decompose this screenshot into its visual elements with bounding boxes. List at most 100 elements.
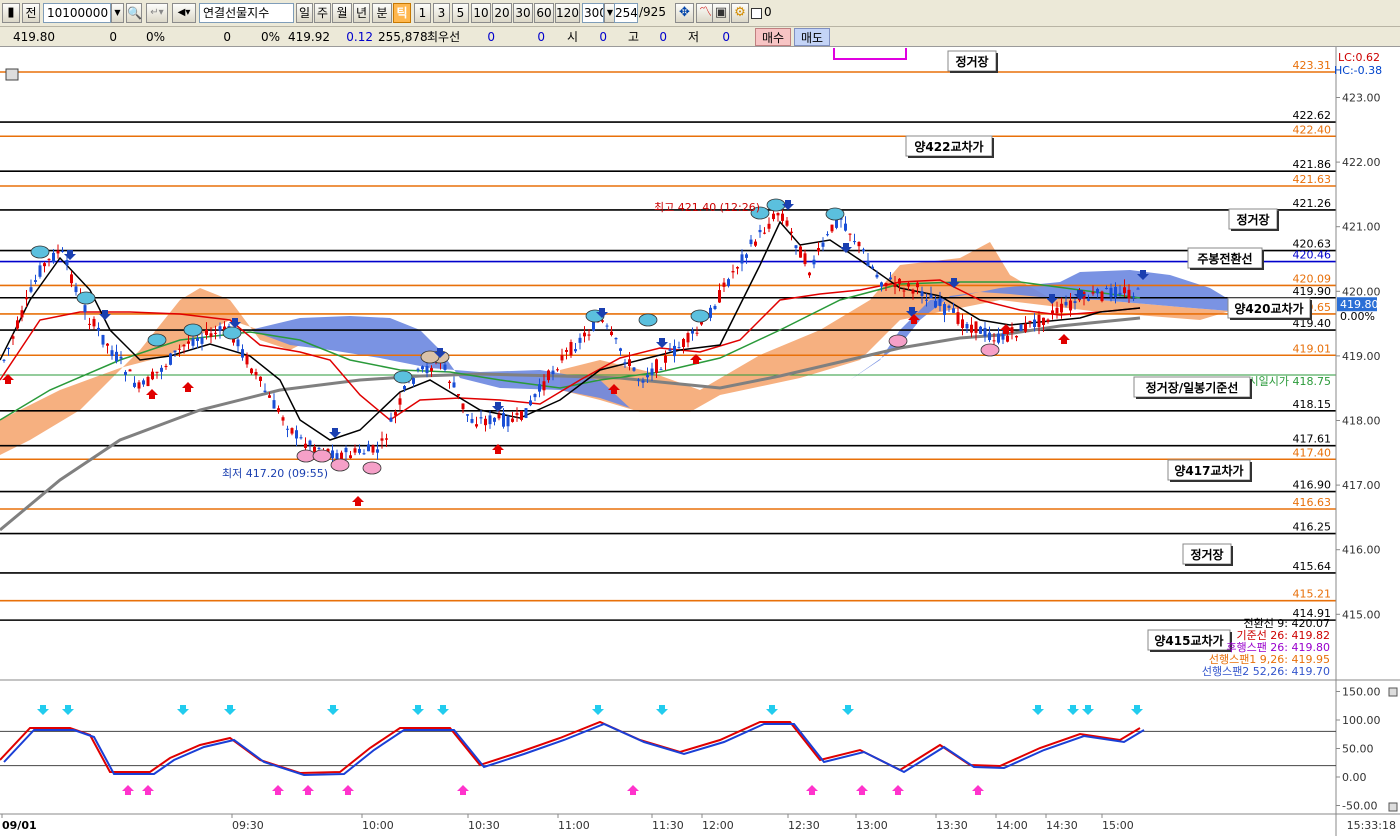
buy-button[interactable]: 매수 — [755, 28, 791, 46]
session-label-416-text: 정거장 — [1190, 547, 1223, 562]
interval-1-button[interactable]: 1 — [414, 3, 431, 23]
best-v1: 0 — [487, 30, 495, 44]
level-label: 419.90 — [1293, 285, 1332, 298]
level-label: 421.63 — [1293, 173, 1332, 186]
candle-body — [695, 332, 699, 334]
save-icon[interactable]: ▣ — [712, 3, 730, 23]
code-dropdown-icon[interactable]: ▼ — [111, 3, 124, 23]
candle-body — [961, 319, 964, 328]
interval-60-button[interactable]: 60 — [534, 3, 554, 23]
pivot-marker — [393, 370, 413, 384]
candle-body — [520, 410, 523, 420]
candle-body — [745, 254, 748, 258]
candle-body — [430, 368, 433, 372]
candle-body — [556, 369, 559, 371]
candle-body — [1096, 288, 1099, 294]
candle-body — [1109, 287, 1113, 298]
interval-30-button[interactable]: 30 — [513, 3, 533, 23]
candle-body — [214, 332, 217, 334]
level-422-label: 양422교차가 — [905, 135, 994, 158]
candle-body — [772, 213, 775, 220]
candle-body — [988, 332, 991, 341]
candle-body — [137, 382, 141, 389]
level-label: 421.26 — [1293, 197, 1332, 210]
candle-body — [155, 371, 159, 373]
interval-value-input[interactable]: 300 — [582, 3, 604, 23]
period-tick-button[interactable]: 틱 — [393, 3, 411, 23]
candle-body — [875, 274, 879, 278]
candle-body — [614, 337, 618, 340]
quote-price: 419.80 — [13, 30, 55, 44]
time-axis-label: 13:00 — [856, 819, 888, 832]
candle-body — [245, 355, 249, 365]
candle-body — [362, 453, 366, 455]
period-day-button[interactable]: 일 — [296, 3, 313, 23]
candle-body — [727, 279, 730, 287]
candle-body — [1033, 319, 1036, 328]
candle-body — [691, 330, 694, 334]
candle-body — [1132, 296, 1135, 298]
candle-body — [263, 390, 267, 392]
settings-gear-icon[interactable]: ⚙ — [731, 3, 749, 23]
candle-body — [286, 428, 289, 430]
time-axis-label: 13:30 — [936, 819, 968, 832]
period-year-button[interactable]: 년 — [353, 3, 370, 23]
high-value: 0 — [659, 30, 667, 44]
code-input[interactable]: 10100000 — [43, 3, 111, 23]
price-axis-label: 415.00 — [1342, 608, 1381, 621]
candle-body — [25, 297, 28, 300]
pivot-marker — [183, 323, 203, 337]
interval-120-button[interactable]: 120 — [555, 3, 580, 23]
interval-20-button[interactable]: 20 — [492, 3, 512, 23]
candle-body — [106, 343, 109, 346]
pivot-marker — [222, 326, 242, 340]
candle-body — [812, 259, 816, 265]
candle-body — [983, 327, 987, 337]
candle-body — [799, 246, 802, 258]
candle-body — [182, 344, 186, 347]
jeon-button[interactable]: 전 — [22, 3, 40, 23]
open-value: 0 — [599, 30, 607, 44]
candle-body — [1114, 286, 1117, 298]
period-month-button[interactable]: 월 — [332, 3, 352, 23]
interval-10-button[interactable]: 10 — [471, 3, 491, 23]
candle-body — [101, 334, 105, 345]
count-input[interactable]: 254 — [614, 3, 638, 23]
candle-body — [358, 448, 361, 453]
sell-button[interactable]: 매도 — [794, 28, 830, 46]
candle-body — [722, 282, 726, 287]
chart-type-icon[interactable]: ▮ — [2, 3, 20, 23]
candle-body — [1028, 320, 1032, 323]
quote-v2: 0 — [223, 30, 231, 44]
candle-body — [650, 368, 654, 376]
speaker-icon[interactable]: ◀▾ — [172, 3, 196, 23]
candle-body — [808, 272, 811, 276]
hc-label: HC:-0.38 — [1334, 64, 1382, 77]
period-week-button[interactable]: 주 — [314, 3, 331, 23]
time-axis-label: 09:30 — [232, 819, 264, 832]
candle-body — [610, 331, 613, 336]
search-icon[interactable]: 🔍 — [126, 3, 142, 23]
candle-body — [1073, 301, 1077, 304]
best-price-label: 최우선 — [427, 30, 461, 44]
interval-3-button[interactable]: 3 — [433, 3, 450, 23]
candle-body — [1087, 299, 1090, 301]
period-minute-button[interactable]: 분 — [372, 3, 392, 23]
candle-body — [776, 213, 780, 216]
candle-body — [209, 333, 213, 337]
interval-5-button[interactable]: 5 — [452, 3, 469, 23]
candle-body — [425, 366, 429, 374]
candle-body — [457, 393, 460, 396]
tool-crosshair-icon[interactable]: ✥ — [675, 3, 694, 23]
candle-body — [956, 312, 960, 324]
candle-body — [830, 224, 834, 232]
history-icon[interactable]: ↵▾ — [146, 3, 168, 23]
option-checkbox[interactable] — [751, 8, 762, 19]
candle-body — [1019, 324, 1023, 331]
pivot-marker — [825, 207, 845, 221]
candle-body — [349, 455, 352, 459]
weekly-turning-label-text: 주봉전환선 — [1197, 251, 1252, 266]
candle-body — [538, 384, 541, 392]
candle-body — [452, 382, 456, 388]
candle-body — [277, 408, 280, 412]
